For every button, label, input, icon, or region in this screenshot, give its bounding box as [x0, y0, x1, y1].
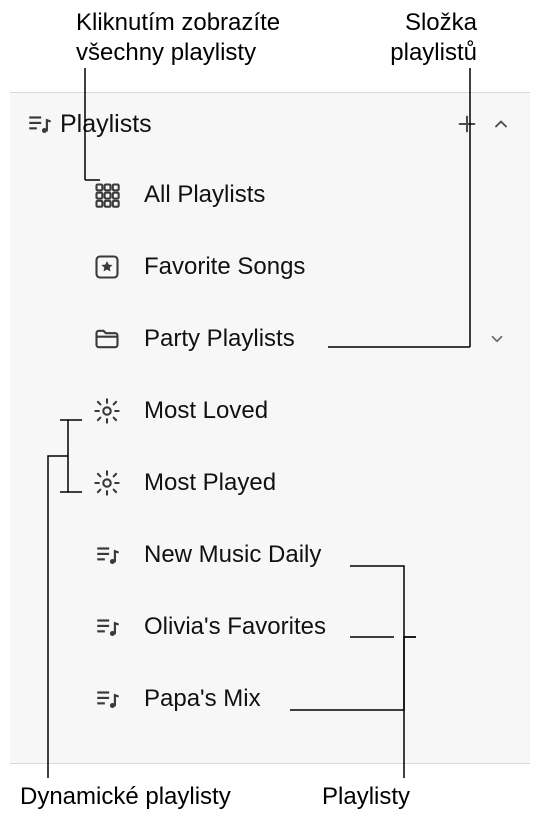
sidebar-item-all-playlists[interactable]: All Playlists — [10, 159, 530, 231]
playlist-section-icon — [24, 109, 54, 139]
gear-icon — [90, 466, 124, 500]
playlist-icon — [90, 538, 124, 572]
playlist-icon — [90, 610, 124, 644]
item-label: Olivia's Favorites — [90, 613, 326, 641]
gear-icon — [90, 394, 124, 428]
playlists-header[interactable]: Playlists — [10, 93, 530, 155]
sidebar-item-papas-mix[interactable]: Papa's Mix — [10, 663, 530, 735]
star-box-icon — [90, 250, 124, 284]
add-playlist-button[interactable] — [450, 107, 484, 141]
grid-icon — [90, 178, 124, 212]
playlist-icon — [90, 682, 124, 716]
section-title: Playlists — [24, 110, 450, 139]
sidebar-item-party-playlists-folder[interactable]: Party Playlists — [10, 303, 530, 375]
sidebar-item-new-music-daily[interactable]: New Music Daily — [10, 519, 530, 591]
sidebar-item-most-loved[interactable]: Most Loved — [10, 375, 530, 447]
collapse-section-button[interactable] — [484, 107, 518, 141]
playlists-sidebar: Playlists All Playlists — [10, 92, 530, 764]
callout-folder: Složka playlistů — [362, 8, 477, 68]
callout-smart-playlists: Dynamické playlisty — [20, 782, 231, 812]
playlists-list: All Playlists Favorite Songs Party Playl… — [10, 155, 530, 745]
sidebar-item-favorite-songs[interactable]: Favorite Songs — [10, 231, 530, 303]
callout-all-playlists: Kliknutím zobrazíte všechny playlisty — [76, 8, 326, 68]
callout-playlists: Playlisty — [322, 782, 410, 812]
chevron-down-icon[interactable] — [480, 322, 514, 356]
sidebar-item-olivias-favorites[interactable]: Olivia's Favorites — [10, 591, 530, 663]
folder-icon — [90, 322, 124, 356]
item-label: New Music Daily — [90, 541, 321, 569]
sidebar-item-most-played[interactable]: Most Played — [10, 447, 530, 519]
